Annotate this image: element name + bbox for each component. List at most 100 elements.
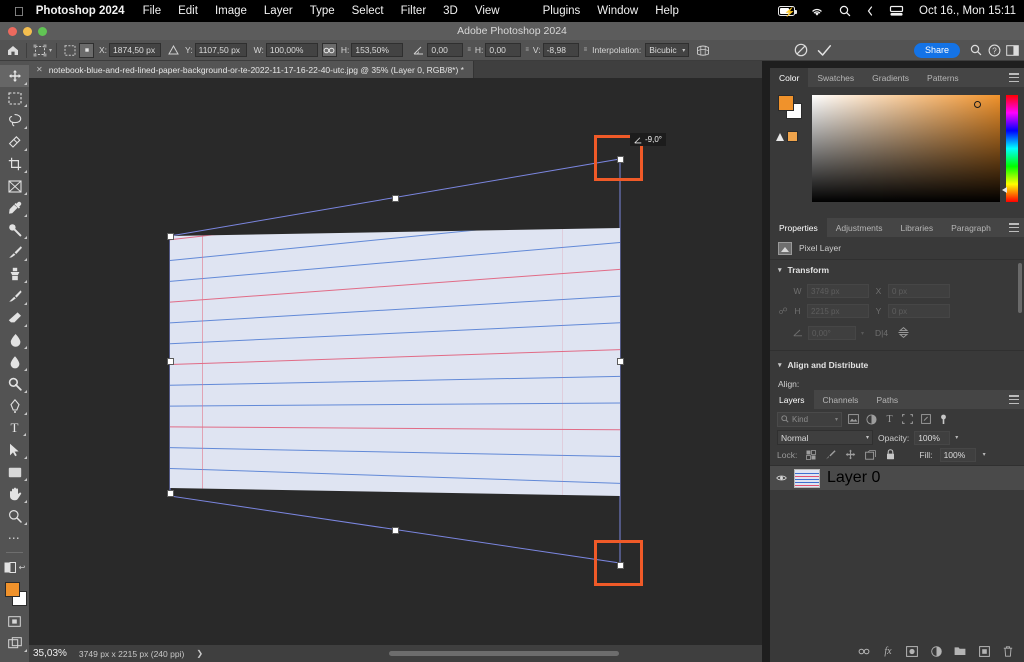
rotation-stepper-icon[interactable]: ≡ [467,47,471,53]
free-transform-icon[interactable] [31,42,49,58]
layer-row[interactable]: Layer 0 [770,466,1024,490]
transform-section-header[interactable]: ▾ Transform [770,260,1024,279]
link-wh-icon[interactable]: ☍ [778,306,788,317]
tab-properties[interactable]: Properties [770,218,827,237]
lasso-tool[interactable] [0,109,29,131]
screen-mode-icon[interactable] [0,632,29,654]
shape-filter-icon[interactable] [901,413,914,426]
apple-icon[interactable]:  [14,5,24,18]
menu-help[interactable]: Help [655,5,679,17]
menu-filter[interactable]: Filter [401,5,427,17]
reference-point-grid[interactable] [79,43,94,58]
history-brush-tool[interactable] [0,285,29,307]
clone-stamp-tool[interactable] [0,263,29,285]
color-swatches[interactable] [0,580,29,610]
battery-icon[interactable]: ⚡ [778,6,795,16]
zoom-button[interactable] [38,27,47,36]
color-field[interactable] [812,95,1000,202]
lock-artboard-icon[interactable] [864,448,877,461]
properties-scrollbar[interactable] [1018,263,1022,313]
new-adjustment-layer-icon[interactable] [930,645,942,657]
blend-mode-select[interactable]: Normal ▾ [777,430,873,445]
layer-thumbnail[interactable] [794,469,820,488]
active-app-name[interactable]: Photoshop 2024 [36,5,125,17]
link-icon[interactable] [322,43,337,57]
menu-layer[interactable]: Layer [264,5,293,17]
zoom-level[interactable]: 35,03% [33,648,67,659]
y-input[interactable]: 0 px [888,304,950,318]
cancel-transform-icon[interactable] [790,42,812,58]
menu-file[interactable]: File [143,5,162,17]
lock-all-icon[interactable] [884,448,897,461]
blur-tool[interactable] [0,351,29,373]
marquee-tool[interactable] [0,87,29,109]
rotation-dropdown-icon[interactable]: ▾ [861,330,864,337]
tab-adjustments[interactable]: Adjustments [827,218,892,237]
lock-position-icon[interactable] [844,448,857,461]
foreground-color-swatch[interactable] [5,582,20,597]
skew-v-stepper-icon[interactable]: ≡ [584,47,588,53]
height-input[interactable]: 2215 px [807,304,869,318]
new-layer-icon[interactable] [978,645,990,657]
tab-libraries[interactable]: Libraries [892,218,943,237]
type-tool[interactable]: T [0,417,29,439]
pixel-filter-icon[interactable] [847,413,860,426]
move-tool[interactable] [0,65,29,87]
foreground-color-swatch[interactable] [778,95,794,111]
tab-color[interactable]: Color [770,68,808,87]
brush-tool[interactable] [0,241,29,263]
path-selection-tool[interactable] [0,439,29,461]
eraser-tool[interactable] [0,307,29,329]
hue-slider-marker[interactable] [1002,187,1007,193]
reference-point-toggle[interactable] [61,42,79,58]
type-filter-icon[interactable]: T [883,413,896,426]
crop-tool[interactable] [0,153,29,175]
opacity-dropdown-icon[interactable]: ▾ [955,434,958,441]
display-icon[interactable] [889,5,904,17]
home-icon[interactable] [4,42,22,58]
rectangle-tool[interactable] [0,461,29,483]
hand-tool[interactable] [0,483,29,505]
width-input[interactable]: 3749 px [807,284,869,298]
fill-input[interactable]: 100% [940,448,976,462]
hue-slider[interactable] [1006,95,1018,202]
lock-image-pixels-icon[interactable] [824,448,837,461]
tab-swatches[interactable]: Swatches [808,68,863,87]
wifi-icon[interactable] [810,6,824,17]
panel-menu-icon[interactable] [1009,395,1019,404]
transform-handle-top-left[interactable] [167,233,174,240]
skew-h-stepper-icon[interactable]: ≡ [525,47,529,53]
clock[interactable]: Oct 16., Mon 15:11 [919,5,1016,17]
menu-edit[interactable]: Edit [178,5,198,17]
delta-icon[interactable] [164,42,182,58]
tab-paragraph[interactable]: Paragraph [942,218,1000,237]
share-button[interactable]: Share [914,43,960,58]
menu-view[interactable]: View [475,5,500,17]
help-icon[interactable]: ? [985,42,1003,58]
delete-layer-icon[interactable] [1002,645,1014,657]
chevron-right-icon[interactable]: ❯ [196,649,203,658]
skew-h-input[interactable]: 0,00 [485,43,521,57]
close-tab-icon[interactable]: ✕ [36,65,43,74]
x-input[interactable]: 0 px [888,284,950,298]
transform-handle-middle-right[interactable] [617,358,624,365]
eye-icon[interactable] [776,473,787,484]
tab-patterns[interactable]: Patterns [918,68,968,87]
align-section-header[interactable]: ▾ Align and Distribute [770,355,1024,374]
transform-handle-top-center[interactable] [392,195,399,202]
new-group-icon[interactable] [954,645,966,657]
quick-selection-tool[interactable] [0,131,29,153]
link-layers-icon[interactable] [858,645,870,657]
interpolation-select[interactable]: Bicubic ▾ [645,43,689,57]
standard-mask-mode-button[interactable] [0,610,29,632]
color-picker-marker[interactable] [974,101,981,108]
layer-name[interactable]: Layer 0 [827,469,880,487]
search-icon[interactable] [967,42,985,58]
rotation-input[interactable]: 0,00 [427,43,463,57]
menu-window[interactable]: Window [597,5,638,17]
gradient-tool[interactable] [0,329,29,351]
add-layer-mask-icon[interactable] [906,645,918,657]
opacity-input[interactable]: 100% [914,431,950,445]
pen-tool[interactable] [0,395,29,417]
y-input[interactable]: 1107,50 px [195,43,247,57]
